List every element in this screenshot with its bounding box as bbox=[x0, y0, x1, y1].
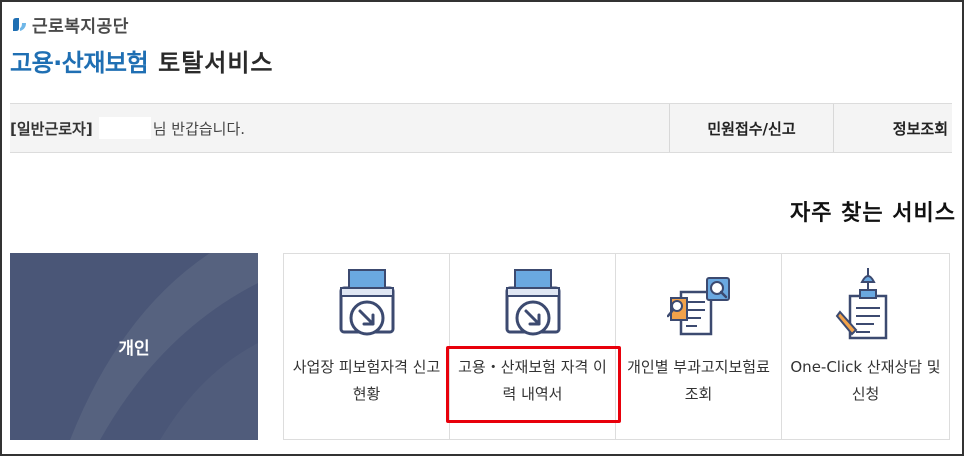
menu-civil-complaint[interactable]: 민원접수/신고 bbox=[669, 104, 833, 152]
service-cards: 사업장 피보험자격 신고현황 고용・산재보험 자격 이력 내역서 개인별 부과고… bbox=[283, 253, 950, 440]
service-card-insured-report[interactable]: 사업장 피보험자격 신고현황 bbox=[284, 254, 450, 439]
category-label: 개인 bbox=[118, 339, 150, 359]
site-logo[interactable]: 근로복지공단 고용·산재보험 토탈서비스 bbox=[10, 12, 274, 78]
document-download-icon bbox=[339, 269, 394, 336]
service-title-part1: 고용·산재보험 bbox=[10, 49, 149, 77]
main-menu: 민원접수/신고 정보조회 bbox=[669, 104, 952, 152]
service-label: 사업장 피보험자격 신고현황 bbox=[292, 358, 441, 403]
masked-user-name bbox=[98, 117, 151, 139]
menu-info-inquiry[interactable]: 정보조회 bbox=[833, 104, 952, 152]
service-label: 고용・산재보험 자격 이력 내역서 bbox=[458, 358, 607, 403]
user-greeting: [일반근로자] 님 반갑습니다. bbox=[10, 104, 245, 152]
org-logo-icon bbox=[13, 17, 26, 31]
frequent-services-title: 자주 찾는 서비스 bbox=[790, 201, 956, 226]
service-card-premium-inquiry[interactable]: 개인별 부과고지보험료 조회 bbox=[616, 254, 782, 439]
service-title-part2: 토탈서비스 bbox=[158, 49, 274, 77]
document-pen-icon bbox=[835, 268, 887, 340]
document-search-icon bbox=[666, 277, 730, 336]
org-line: 근로복지공단 bbox=[10, 12, 274, 37]
org-name: 근로복지공단 bbox=[32, 17, 129, 37]
service-label: One-Click 산재상담 및 신청 bbox=[790, 358, 941, 403]
user-type-label: [일반근로자] bbox=[10, 119, 93, 138]
service-card-industrial-accident-consult[interactable]: One-Click 산재상담 및 신청 bbox=[782, 254, 949, 439]
top-navbar: [일반근로자] 님 반갑습니다. 민원접수/신고 정보조회 bbox=[10, 103, 952, 153]
greeting-suffix: 님 반갑습니다. bbox=[152, 119, 246, 138]
category-personal[interactable]: 개인 bbox=[10, 253, 258, 440]
document-download-icon bbox=[505, 269, 560, 336]
service-label: 개인별 부과고지보험료 조회 bbox=[627, 358, 770, 403]
service-title: 고용·산재보험 토탈서비스 bbox=[10, 43, 274, 78]
service-card-qualification-history[interactable]: 고용・산재보험 자격 이력 내역서 bbox=[450, 254, 616, 439]
